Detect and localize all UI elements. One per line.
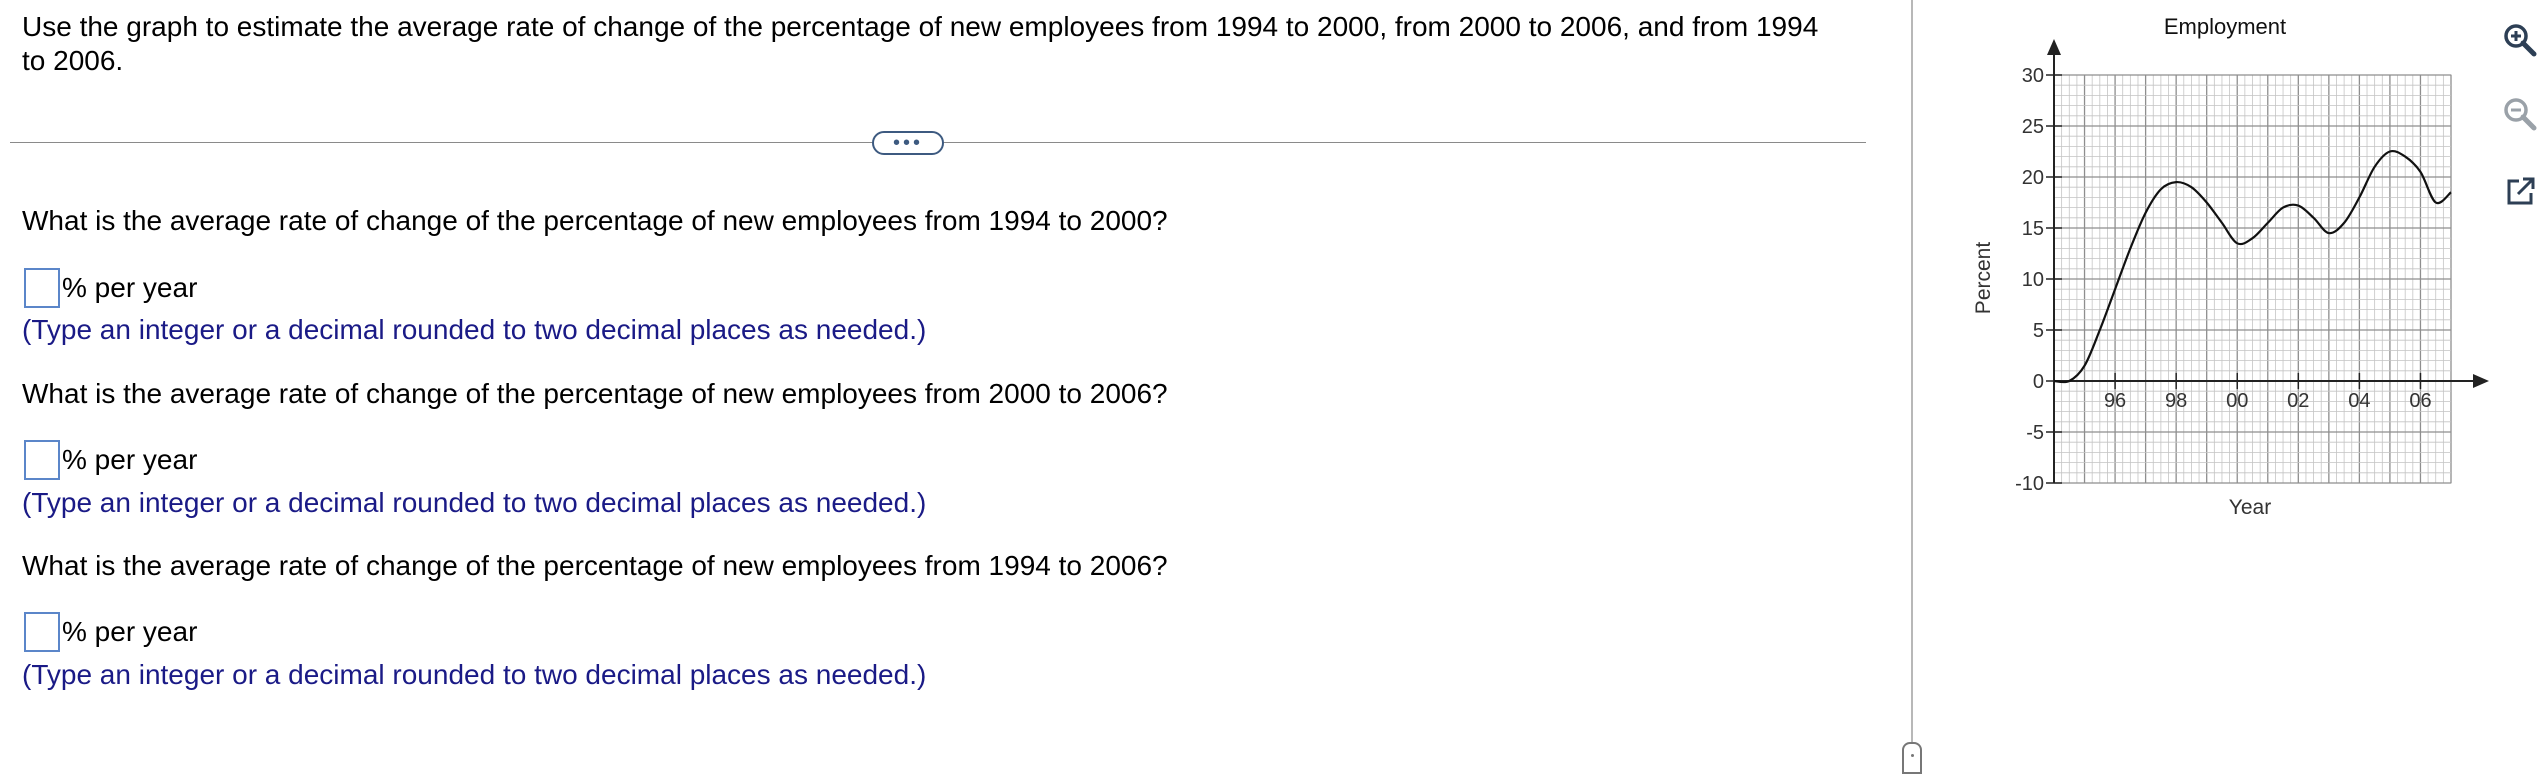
- chart-svg: Employment Year Percent 30 25 20 15 10 5 0 -5 -1…: [1972, 14, 2489, 519]
- grid: [2053, 74, 2452, 484]
- y-tick-label: 25: [2022, 116, 2044, 138]
- answer-unit-2: % per year: [62, 444, 198, 475]
- question-2-text: What is the average rate of change of th…: [22, 378, 1168, 409]
- zoom-out-icon[interactable]: [2498, 92, 2542, 136]
- answer-row-2: % per year: [24, 440, 197, 480]
- y-tick-label: 15: [2022, 218, 2044, 240]
- answer-input-1[interactable]: [24, 268, 60, 308]
- answer-input-2[interactable]: [24, 440, 60, 480]
- x-tick-label: 00: [2226, 390, 2248, 412]
- answer-row-1: % per year: [24, 268, 197, 308]
- pane-separator[interactable]: [1911, 0, 1913, 774]
- answer-unit-3: % per year: [62, 616, 198, 647]
- question-pane: Use the graph to estimate the average ra…: [0, 0, 1880, 774]
- y-tick-label: 30: [2022, 65, 2044, 87]
- x-tick-label: 96: [2104, 390, 2126, 412]
- x-tick-label: 06: [2409, 390, 2431, 412]
- employment-graph: Employment Year Percent 30 25 20 15 10 5 0 -5 -1…: [1950, 0, 2490, 540]
- answer-hint-3: (Type an integer or a decimal rounded to…: [22, 659, 927, 690]
- answer-input-3[interactable]: [24, 612, 60, 652]
- question-1-text: What is the average rate of change of th…: [22, 205, 1168, 236]
- open-external-icon[interactable]: [2498, 170, 2542, 214]
- y-tick-label: -10: [2015, 473, 2044, 495]
- zoom-in-icon[interactable]: [2498, 18, 2542, 62]
- y-tick-label: 0: [2033, 371, 2044, 393]
- x-tick-label: 04: [2348, 390, 2370, 412]
- chart-title: Employment: [2164, 14, 2286, 39]
- y-tick-label: 10: [2022, 269, 2044, 291]
- problem-prompt: Use the graph to estimate the average ra…: [22, 11, 1819, 76]
- answer-hint-2: (Type an integer or a decimal rounded to…: [22, 487, 927, 518]
- x-axis-arrow: [2473, 374, 2489, 388]
- x-axis-label: Year: [2229, 496, 2271, 519]
- x-tick-label: 02: [2287, 390, 2309, 412]
- question-3-text: What is the average rate of change of th…: [22, 550, 1168, 581]
- answer-unit-1: % per year: [62, 272, 198, 303]
- expand-button[interactable]: •••: [872, 131, 944, 155]
- x-tick-label: 98: [2165, 390, 2187, 412]
- y-axis-arrow: [2047, 39, 2061, 55]
- y-tick-label: -5: [2026, 422, 2044, 444]
- answer-hint-1: (Type an integer or a decimal rounded to…: [22, 314, 927, 345]
- y-tick-label: 5: [2033, 320, 2044, 342]
- y-tick-label: 20: [2022, 167, 2044, 189]
- graph-toolbar: [2490, 0, 2548, 240]
- answer-row-3: % per year: [24, 612, 197, 652]
- y-axis-label: Percent: [1972, 242, 1995, 315]
- pane-resize-handle[interactable]: [1902, 742, 1922, 774]
